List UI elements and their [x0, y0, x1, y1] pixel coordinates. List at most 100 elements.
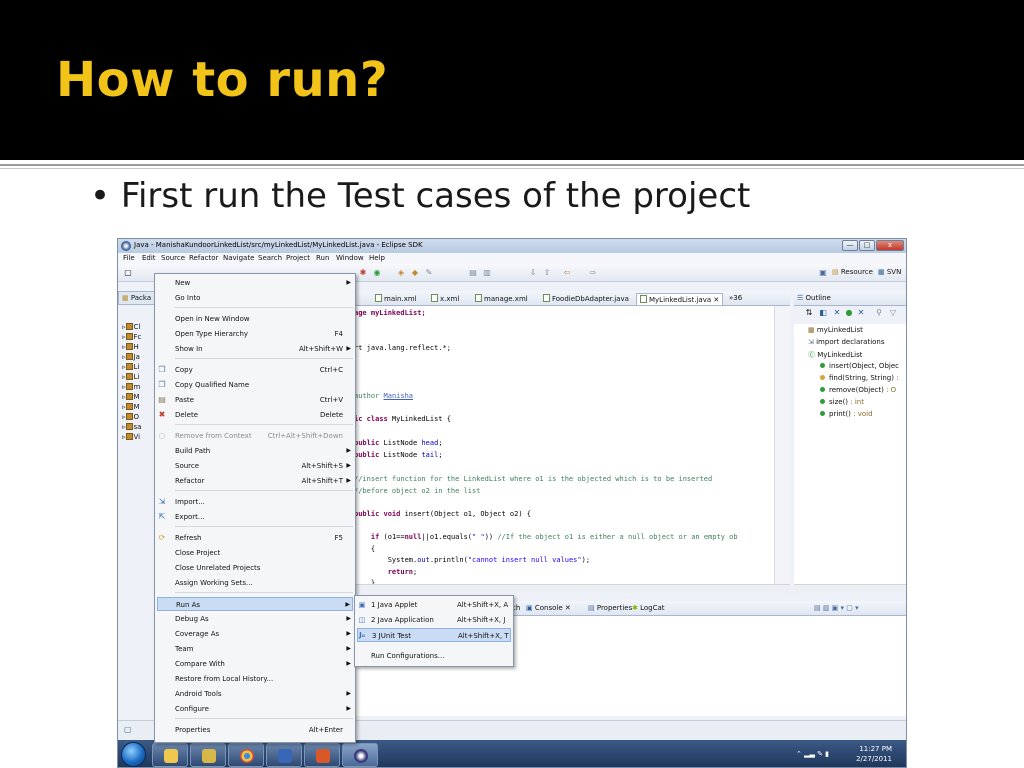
hide-static-icon[interactable]: ✕	[832, 308, 842, 318]
project-item[interactable]: ▹ Li	[122, 363, 156, 373]
fast-view-icon[interactable]: ▢	[124, 725, 132, 734]
menu-item-refactor[interactable]: Refactor Alt+Shift+T ▶	[175, 474, 353, 488]
tab-my-linked-list[interactable]: MyLinkedList.java ✕	[636, 293, 724, 305]
outline-item[interactable]: find(String, String) :	[820, 374, 899, 382]
new-package-icon[interactable]: ◈	[396, 268, 406, 278]
menu-edit[interactable]: Edit	[142, 254, 156, 262]
project-item[interactable]: ▹ Cl	[122, 323, 156, 333]
outline-tab[interactable]: ☰ Outline	[794, 291, 906, 306]
new-icon[interactable]: ▢	[123, 268, 133, 278]
prev-annotation-icon[interactable]: ⇧	[542, 268, 552, 278]
code-editor[interactable]: age myLinkedList; rt java.lang.reflect.*…	[354, 306, 774, 584]
search-icon[interactable]: ✎	[424, 268, 434, 278]
menu-item-java-application[interactable]: 2 Java Application Alt+Shift+X, J	[371, 613, 511, 627]
block-icon[interactable]: ▥	[482, 268, 492, 278]
menu-item-team[interactable]: Team ▶	[175, 642, 353, 656]
hide-local-types-icon[interactable]: ✕	[856, 308, 866, 318]
menu-item-properties[interactable]: Properties Alt+Enter	[175, 723, 353, 737]
project-item[interactable]: ▹ Li	[122, 373, 156, 383]
close-tab-icon[interactable]: ✕	[565, 604, 571, 612]
forward-icon[interactable]: ⇨	[588, 268, 598, 278]
project-item[interactable]: ▹ O	[122, 413, 156, 423]
new-class-icon[interactable]: ◆	[410, 268, 420, 278]
taskbar-eclipse[interactable]	[342, 743, 378, 767]
project-item[interactable]: ▹ M	[122, 403, 156, 413]
project-item[interactable]: ▹ Fc	[122, 333, 156, 343]
menu-item-open-in-new-window[interactable]: Open in New Window	[175, 312, 353, 326]
menu-item-coverage-as[interactable]: Coverage As ▶	[175, 627, 353, 641]
svn-perspective[interactable]: ▦ SVN	[878, 268, 901, 276]
resource-perspective[interactable]: ▤ Resource	[832, 268, 873, 276]
menu-window[interactable]: Window	[336, 254, 364, 262]
menu-item-import[interactable]: Import...	[175, 495, 353, 509]
menu-help[interactable]: Help	[369, 254, 385, 262]
menu-item-go-into[interactable]: Go Into	[175, 291, 353, 305]
menu-navigate[interactable]: Navigate	[223, 254, 254, 262]
outline-item[interactable]: ▦ myLinkedList	[808, 326, 863, 334]
menu-search[interactable]: Search	[258, 254, 282, 262]
more-tabs[interactable]: »36	[726, 293, 745, 305]
project-item[interactable]: ▹ sa	[122, 423, 156, 433]
outline-item[interactable]: ⇲ import declarations	[808, 338, 885, 346]
menu-item-remove-from-context[interactable]: Remove from Context Ctrl+Alt+Shift+Down	[175, 429, 353, 443]
menu-source[interactable]: Source	[161, 254, 185, 262]
menu-project[interactable]: Project	[286, 254, 310, 262]
minimize-button[interactable]: —	[842, 240, 858, 251]
taskbar-word[interactable]	[266, 743, 302, 767]
tab-properties[interactable]: ▤ Properties	[588, 604, 632, 612]
run-icon[interactable]: ◉	[372, 268, 382, 278]
tab-console[interactable]: ▣ Console ✕	[526, 604, 571, 612]
menu-item-show-in[interactable]: Show In Alt+Shift+W ▶	[175, 342, 353, 356]
tab-foodie-db-adapter[interactable]: FoodieDbAdapter.java	[540, 293, 632, 305]
menu-item-junit-test[interactable]: 3 JUnit Test Alt+Shift+X, T	[357, 628, 511, 642]
focus-icon[interactable]: ⚲	[874, 308, 884, 318]
outline-item[interactable]: print() : void	[820, 410, 873, 418]
menu-item-run-configurations[interactable]: Run Configurations...	[371, 649, 511, 663]
menu-item-restore-from-local-history[interactable]: Restore from Local History...	[175, 672, 353, 686]
menu-item-android-tools[interactable]: Android Tools ▶	[175, 687, 353, 701]
tab-main-xml[interactable]: main.xml	[372, 293, 420, 305]
project-item[interactable]: ▹ Ja	[122, 353, 156, 363]
menu-item-java-applet[interactable]: 1 Java Applet Alt+Shift+X, A	[371, 598, 511, 612]
hide-nonpublic-icon[interactable]: ●	[844, 308, 854, 318]
debug-icon[interactable]: ✱	[358, 268, 368, 278]
editor-horizontal-scrollbar[interactable]	[354, 584, 790, 593]
menu-item-compare-with[interactable]: Compare With ▶	[175, 657, 353, 671]
back-icon[interactable]: ⇦	[562, 268, 572, 278]
tab-x-xml[interactable]: x.xml	[428, 293, 462, 305]
editor-scrollbar[interactable]	[774, 306, 790, 584]
tab-logcat[interactable]: ✱ LogCat	[632, 604, 665, 612]
next-annotation-icon[interactable]: ⇩	[528, 268, 538, 278]
project-item[interactable]: ▹ M	[122, 393, 156, 403]
sort-icon[interactable]: ⇅	[804, 308, 814, 318]
tab-manage-xml[interactable]: manage.xml	[472, 293, 531, 305]
menu-refactor[interactable]: Refactor	[189, 254, 218, 262]
taskbar-explorer[interactable]	[152, 743, 188, 767]
console-toolbar-icons[interactable]: ▤ ▥ ▣ ▾ ▢ ▾	[814, 604, 859, 612]
menu-item-close-project[interactable]: Close Project	[175, 546, 353, 560]
menu-item-build-path[interactable]: Build Path ▶	[175, 444, 353, 458]
taskbar-chrome[interactable]	[228, 743, 264, 767]
annotation-icon[interactable]: ▤	[468, 268, 478, 278]
menu-item-source[interactable]: Source Alt+Shift+S ▶	[175, 459, 353, 473]
menu-item-debug-as[interactable]: Debug As ▶	[175, 612, 353, 626]
clock-time[interactable]: 11:27 PM	[859, 745, 892, 753]
menu-item-delete[interactable]: Delete Delete	[175, 408, 353, 422]
menu-item-refresh[interactable]: Refresh F5	[175, 531, 353, 545]
menu-item-assign-working-sets[interactable]: Assign Working Sets...	[175, 576, 353, 590]
project-item[interactable]: ▹ H	[122, 343, 156, 353]
package-explorer-tab[interactable]: ▦ Packa	[118, 291, 158, 305]
menu-file[interactable]: File	[123, 254, 135, 262]
menu-item-configure[interactable]: Configure ▶	[175, 702, 353, 716]
menu-item-paste[interactable]: Paste Ctrl+V	[175, 393, 353, 407]
outline-item[interactable]: size() : int	[820, 398, 864, 406]
project-item[interactable]: ▹ m	[122, 383, 156, 393]
view-menu-icon[interactable]: ▽	[888, 308, 898, 318]
menu-item-copy[interactable]: Copy Ctrl+C	[175, 363, 353, 377]
outline-item[interactable]: remove(Object) : O	[820, 386, 896, 394]
clock-date[interactable]: 2/27/2011	[856, 755, 892, 763]
menu-item-close-unrelated-projects[interactable]: Close Unrelated Projects	[175, 561, 353, 575]
taskbar-powerpoint[interactable]	[304, 743, 340, 767]
outline-scrollbar[interactable]	[794, 584, 906, 593]
outline-item[interactable]: insert(Object, Objec	[820, 362, 899, 370]
